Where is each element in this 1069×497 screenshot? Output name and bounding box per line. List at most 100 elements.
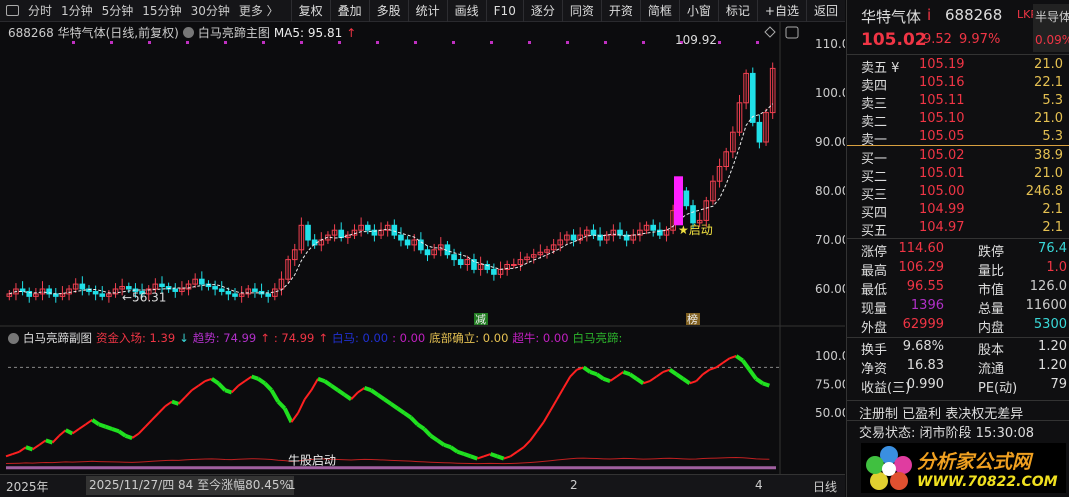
toolbar-button[interactable]: 叠加	[329, 0, 369, 22]
toolbar-button[interactable]: 同资	[561, 0, 601, 22]
period-label[interactable]: 日线	[813, 478, 837, 495]
period-tab[interactable]: 1分钟	[61, 2, 93, 19]
stat-row: 最低 96.55 市值 126.0	[861, 279, 1069, 298]
stat-row: 净资 16.83 流通 1.20	[861, 358, 1069, 377]
level-volume: 38.9	[1034, 148, 1063, 163]
oscillator-segment	[689, 380, 697, 385]
level-label: 买一	[861, 152, 888, 167]
oscillator-segment	[5, 453, 13, 458]
level-price: 105.05	[919, 129, 965, 144]
signal-dot	[528, 41, 531, 44]
candle	[199, 278, 205, 285]
toolbar-button[interactable]: 简框	[639, 0, 679, 22]
toolbar-button[interactable]: +自选	[756, 0, 806, 22]
oscillator-segment	[51, 435, 60, 444]
toolbar-button[interactable]: 复权	[290, 0, 330, 22]
candle	[398, 234, 404, 241]
candle	[424, 249, 431, 256]
oscillator-segment	[735, 354, 744, 363]
down-arrow-icon: ↓	[179, 331, 189, 345]
candle	[99, 293, 106, 297]
oscillator-segment	[662, 368, 671, 373]
candle	[749, 72, 756, 123]
period-tab[interactable]: 5分钟	[102, 2, 134, 19]
oscillator-segment	[18, 446, 27, 453]
candle	[338, 229, 345, 239]
oscillator-segment	[171, 399, 180, 406]
toolbar: 分时 1分钟 5分钟 15分钟 30分钟 更多 〉 复权 叠加 多股 统计 画线 F10 逐…	[0, 0, 845, 22]
order-book-row: 卖二 105.10 21.0	[861, 111, 1069, 130]
oscillator-segment	[230, 384, 240, 394]
stat-label: 量比	[978, 264, 1005, 279]
oscillator-segment	[98, 422, 107, 429]
oscillator-segment	[350, 391, 359, 401]
indicator-dropdown-icon[interactable]	[8, 332, 19, 344]
toolbar-button[interactable]: 多股	[368, 0, 408, 22]
stat-value: 96.55	[906, 279, 944, 294]
price-change: 9.52	[923, 32, 952, 47]
oscillator-segment	[124, 433, 133, 440]
period-tab[interactable]: 15分钟	[142, 2, 181, 19]
oscillator-segment	[369, 388, 379, 397]
y-tick-label: 70.00	[815, 233, 845, 247]
mark-label: 榜	[687, 312, 698, 326]
toolbar-button[interactable]: 小窗	[678, 0, 718, 22]
signal-dot	[604, 41, 607, 44]
signal-dot	[300, 41, 303, 44]
oscillator-segment	[323, 379, 333, 388]
oscillator-segment	[376, 393, 386, 401]
high-price-label: 109.92	[675, 33, 717, 47]
panel-toggle-icon[interactable]	[6, 5, 19, 16]
oscillator-segment	[363, 386, 372, 393]
toolbar-button[interactable]: 返回	[805, 0, 845, 22]
oscillator-segment	[290, 412, 299, 423]
fund-line	[5, 456, 770, 465]
oscillator-segment	[556, 387, 565, 400]
toolbar-button[interactable]: 画线	[446, 0, 486, 22]
stat-label: 换手	[861, 343, 888, 358]
oscillator-segment	[456, 449, 465, 456]
candle	[391, 224, 398, 236]
oscillator-segment	[12, 450, 20, 455]
up-arrow-icon: ↑	[260, 331, 270, 345]
kline-chart[interactable]: 110.00 100.0 90.00 80.00 70.00 60.00 100.0 75.0…	[0, 22, 845, 474]
oscillator-segment	[569, 368, 578, 378]
flower-logo-icon	[866, 446, 912, 490]
info-icon[interactable]: i	[927, 6, 931, 24]
sub-y-tick-label: 100.0	[815, 349, 845, 363]
level-price: 105.01	[919, 166, 965, 181]
signal-dot	[414, 41, 417, 44]
stat-value: 106.29	[898, 260, 945, 275]
stat-label: 跌停	[978, 245, 1005, 260]
oscillator-segment	[210, 377, 220, 386]
candle	[252, 288, 258, 292]
oscillator-segment	[197, 380, 206, 387]
toolbar-button[interactable]: 逐分	[522, 0, 562, 22]
period-tab[interactable]: 30分钟	[191, 2, 230, 19]
oscillator-segment	[443, 443, 452, 450]
candle	[451, 254, 457, 261]
stat-row: 换手 9.68% 股本 1.20	[861, 339, 1069, 358]
oscillator-segment	[177, 396, 186, 405]
month-label: 2	[570, 478, 578, 492]
period-tab[interactable]: 分时	[28, 2, 52, 19]
oscillator-segment	[655, 371, 664, 378]
sub-indicator-name[interactable]: 白马亮蹄副图	[23, 330, 92, 346]
oscillator-segment	[675, 372, 685, 381]
level-label: 卖五 ¥	[861, 61, 900, 76]
stat-label: 净资	[861, 362, 888, 377]
toolbar-button[interactable]: F10	[485, 0, 523, 22]
oscillator-segment	[635, 377, 645, 386]
candle	[79, 283, 86, 290]
baima-value: 白马: 0.00	[331, 331, 389, 345]
start-signal-bar	[674, 176, 683, 226]
toolbar-button[interactable]: 开资	[600, 0, 640, 22]
level-volume: 21.0	[1034, 57, 1063, 72]
stat-value: 1.20	[1038, 339, 1067, 354]
signal-dot	[642, 41, 645, 44]
more-periods[interactable]: 更多 〉	[239, 2, 279, 19]
stat-value: 1.20	[1038, 358, 1067, 373]
toolbar-button[interactable]: 标记	[717, 0, 757, 22]
mark-label: 减	[475, 313, 486, 326]
toolbar-button[interactable]: 统计	[407, 0, 447, 22]
